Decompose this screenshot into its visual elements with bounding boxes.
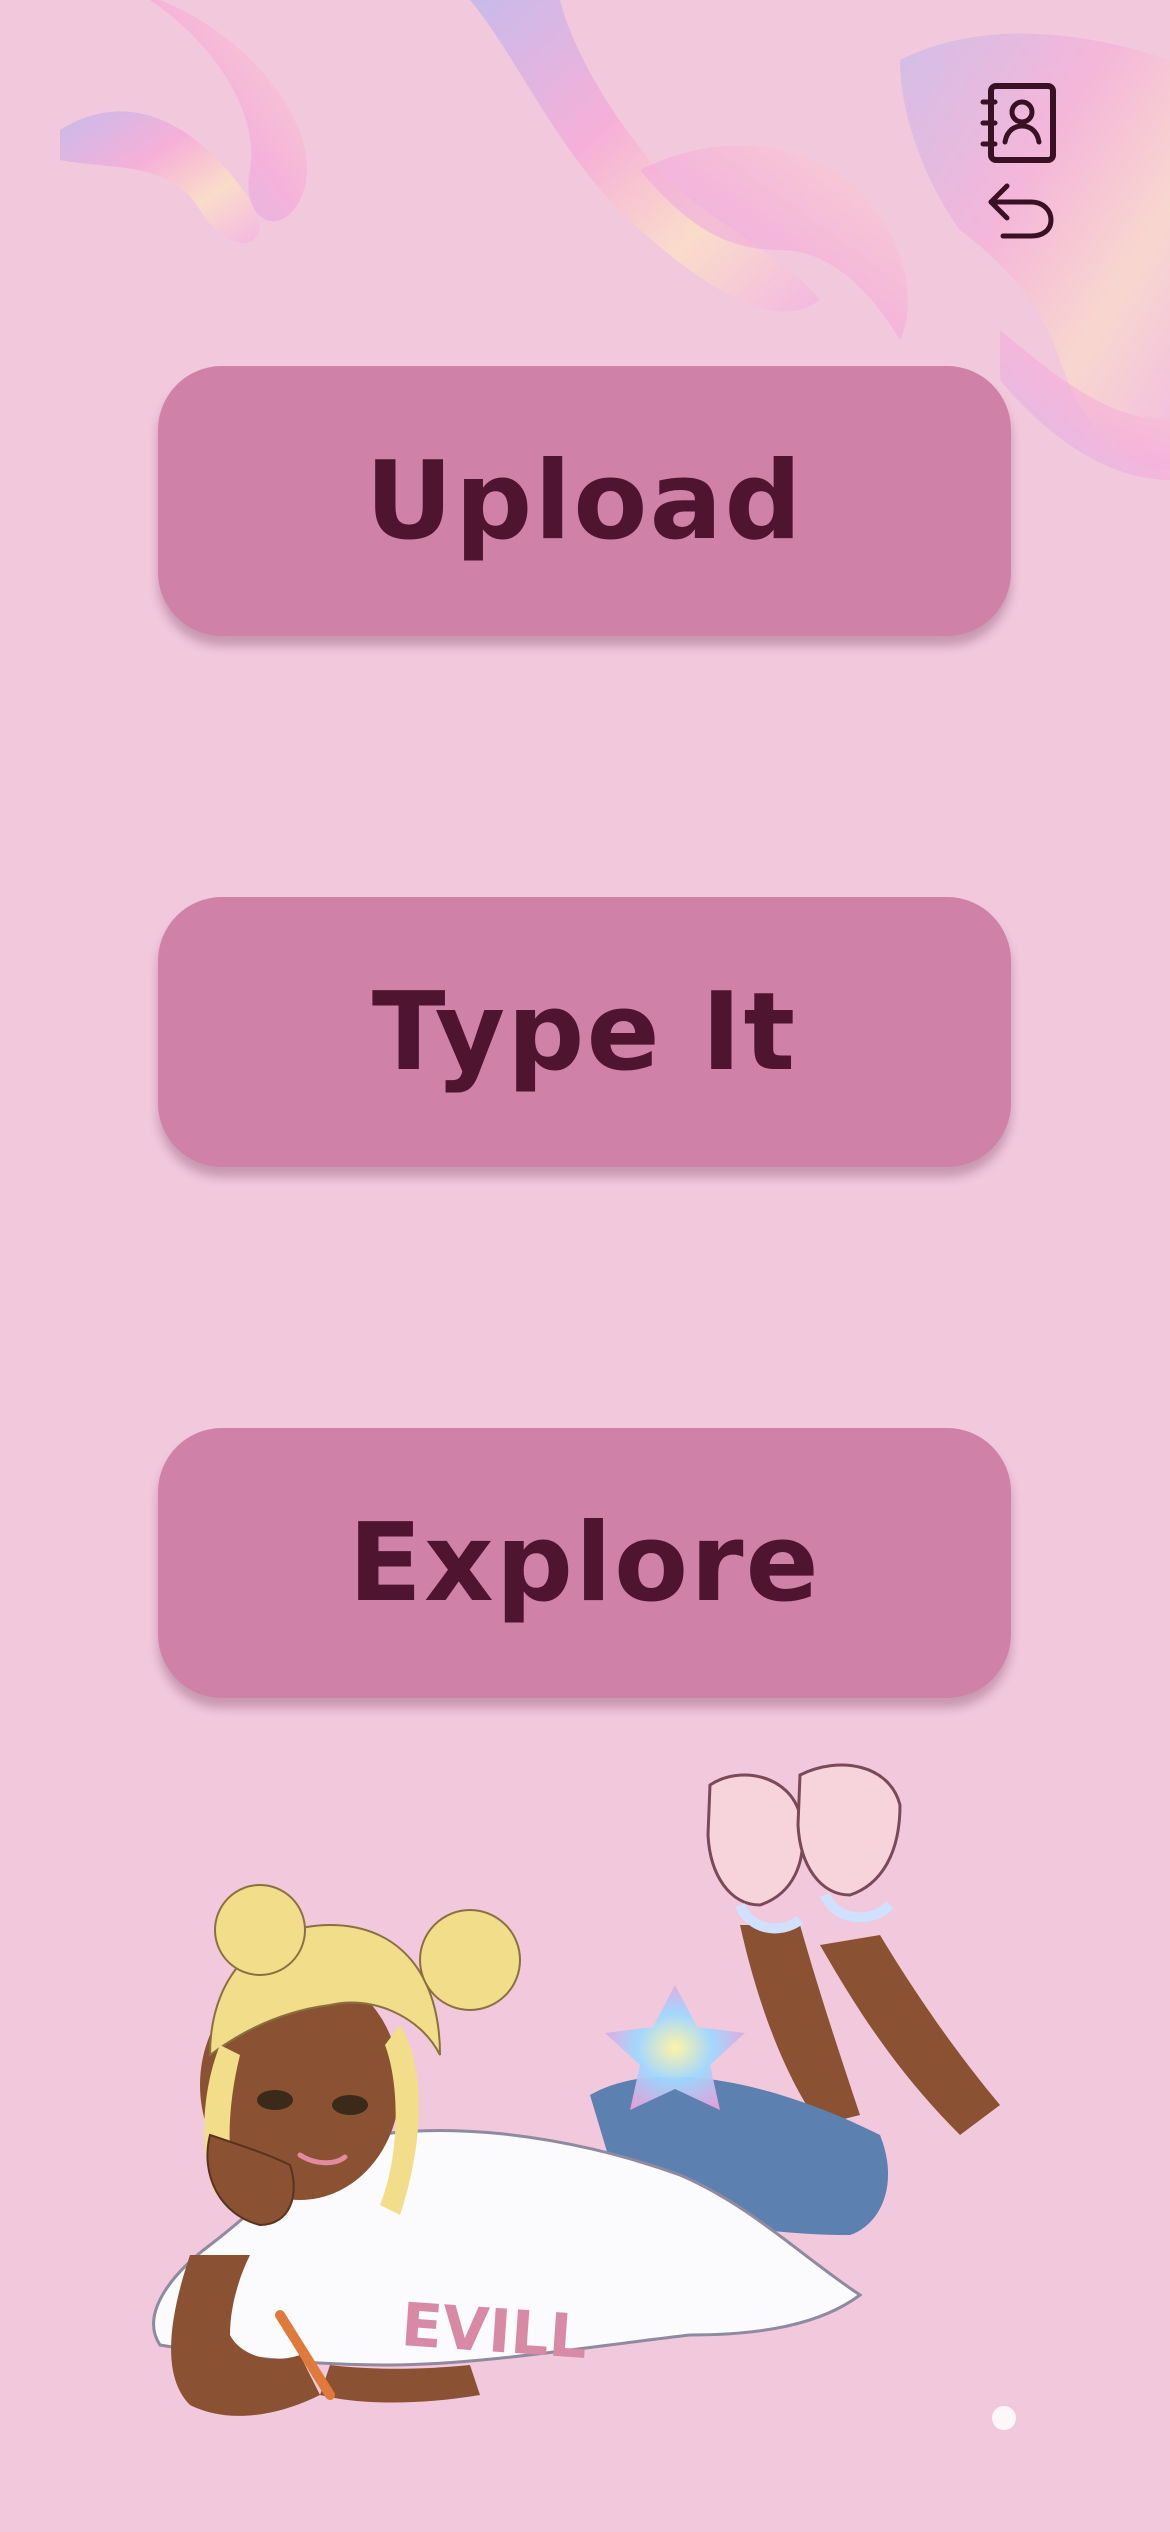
upload-button[interactable]: Upload — [158, 366, 1011, 636]
shirt-text: EVILL — [399, 2290, 590, 2373]
type-it-button[interactable]: Type It — [158, 897, 1011, 1167]
type-it-button-label: Type It — [371, 969, 798, 1095]
floating-dot — [992, 2406, 1016, 2430]
top-icon-bar — [975, 80, 1065, 250]
upload-button-label: Upload — [365, 438, 804, 564]
anime-girl-illustration: EVILL — [152, 1763, 1000, 2416]
explore-button-label: Explore — [348, 1500, 821, 1626]
undo-arrow-icon[interactable] — [985, 178, 1057, 240]
contacts-book-icon[interactable] — [975, 80, 1065, 166]
explore-button[interactable]: Explore — [158, 1428, 1011, 1698]
